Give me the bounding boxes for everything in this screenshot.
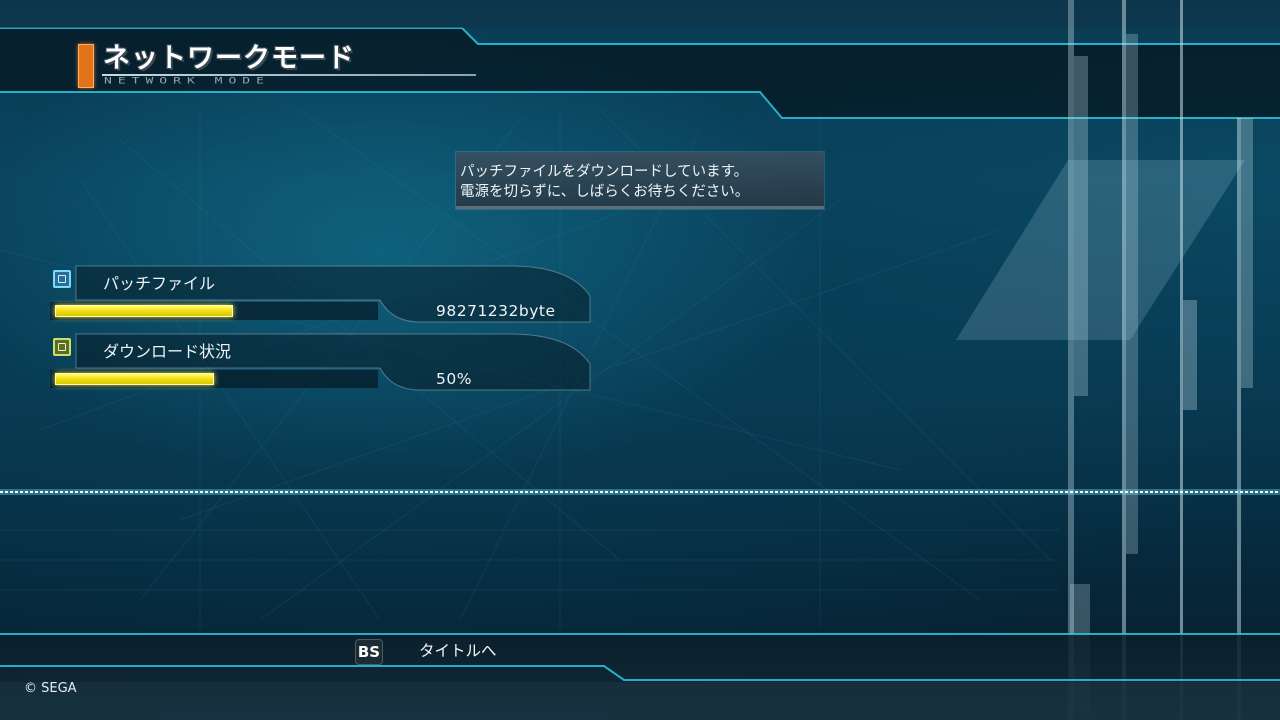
status-message-line-2: 電源を切らずに、しばらくお待ちください。 [460,184,750,200]
screen: ネットワークモード NETWORK MODE パッチファイルをダウンロードしてい… [0,0,1280,720]
status-message-line-1: パッチファイルをダウンロードしています。 [460,164,749,180]
download-progress-bar [50,370,378,388]
title-accent-bar [78,44,94,88]
back-to-title-button[interactable]: タイトルへ [419,639,497,661]
download-percent: 50% [436,370,472,388]
page-subtitle: NETWORK MODE [104,76,270,87]
status-message-box: パッチファイルをダウンロードしています。 電源を切らずに、しばらくお待ちください… [456,152,824,209]
patch-file-bar [50,302,378,320]
backspace-key-icon[interactable]: BS [355,639,383,665]
patch-file-bar-fill [55,305,233,317]
download-progress-bar-fill [55,373,214,385]
download-status-label: ダウンロード状況 [103,342,232,361]
copyright-text: © SEGA [24,681,77,696]
patch-file-label: パッチファイル [103,274,216,293]
page-title: ネットワークモード [103,43,355,74]
square-icon-green [53,338,71,356]
square-icon-blue [53,270,71,288]
header: ネットワークモード NETWORK MODE [0,0,1280,118]
patch-file-size: 98271232byte [436,302,556,320]
